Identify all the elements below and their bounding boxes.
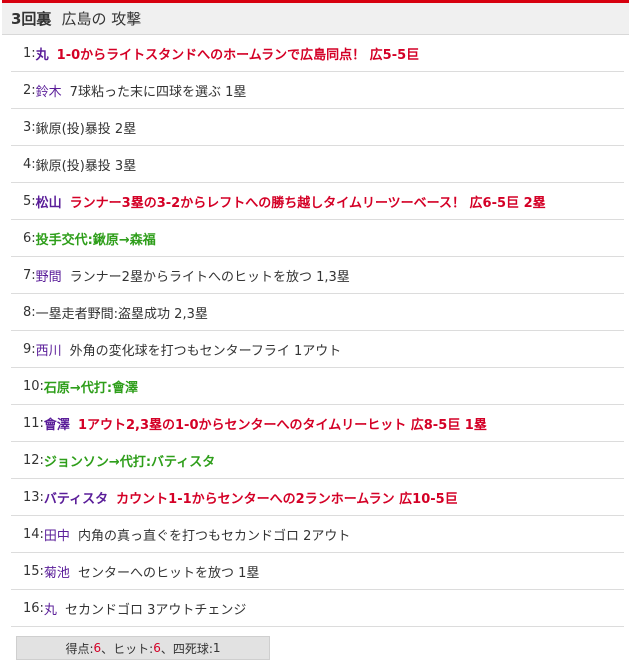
inning-header: 3回裏 広島の 攻撃 bbox=[2, 3, 629, 35]
play-description: ジョンソン→代打:バティスタ bbox=[43, 454, 216, 470]
player-name-link[interactable]: 會澤 bbox=[44, 414, 70, 433]
play-row: 15: 菊池 センターへのヒットを放つ 1塁 bbox=[11, 553, 624, 590]
play-row: 6: 投手交代:鍬原→森福 bbox=[11, 220, 624, 257]
play-row: 1: 丸 1-0からライトスタンドへのホームランで広島同点！ 広5-5巨 bbox=[11, 35, 624, 72]
inning-label: 3回裏 bbox=[11, 10, 52, 28]
play-number: 3: bbox=[23, 119, 36, 135]
play-row: 14: 田中 内角の真っ直ぐを打つもセカンドゴロ 2アウト bbox=[11, 516, 624, 553]
play-number: 10: bbox=[23, 378, 44, 394]
play-row: 12: ジョンソン→代打:バティスタ bbox=[11, 442, 624, 479]
play-description: 鍬原(投)暴投 2塁 bbox=[35, 121, 137, 137]
runs-value: 6 bbox=[93, 641, 102, 655]
play-description: セカンドゴロ 3アウトチェンジ bbox=[64, 602, 247, 618]
play-description: 一塁走者野間:盗塁成功 2,3塁 bbox=[35, 306, 208, 322]
play-number: 7: bbox=[23, 267, 36, 283]
play-description: 外角の変化球を打つもセンターフライ 1アウト bbox=[69, 343, 342, 359]
play-number: 13: bbox=[23, 489, 44, 505]
player-name-link[interactable]: 野間 bbox=[36, 266, 62, 285]
play-number: 15: bbox=[23, 563, 44, 579]
play-number: 9: bbox=[23, 341, 36, 357]
play-number: 1: bbox=[23, 45, 36, 61]
player-name-link[interactable]: 鈴木 bbox=[36, 81, 62, 100]
play-number: 5: bbox=[23, 193, 36, 209]
runs-label: 得点: bbox=[65, 641, 94, 656]
play-description: 内角の真っ直ぐを打つもセカンドゴロ 2アウト bbox=[77, 528, 351, 544]
play-description: 1アウト2,3塁の1-0からセンターへのタイムリーヒット 広8-5巨 1塁 bbox=[77, 417, 487, 433]
play-description: センターへのヒットを放つ 1塁 bbox=[77, 565, 260, 581]
summary-separator: 、 bbox=[160, 641, 173, 656]
play-number: 16: bbox=[23, 600, 44, 616]
play-row: 2: 鈴木 7球粘った末に四球を選ぶ 1塁 bbox=[11, 72, 624, 109]
play-number: 14: bbox=[23, 526, 44, 542]
play-description: 投手交代:鍬原→森福 bbox=[35, 232, 156, 248]
play-number: 6: bbox=[23, 230, 36, 246]
play-description: 石原→代打:會澤 bbox=[43, 380, 139, 396]
player-name-link[interactable]: 丸 bbox=[36, 44, 49, 63]
player-name-link[interactable]: バティスタ bbox=[44, 488, 108, 507]
play-description: 1-0からライトスタンドへのホームランで広島同点！ 広5-5巨 bbox=[56, 47, 420, 63]
play-row: 13: バティスタ カウント1-1からセンターへの2ランホームラン 広10-5巨 bbox=[11, 479, 624, 516]
play-description: ランナー2塁からライトへのヒットを放つ 1,3塁 bbox=[69, 269, 350, 285]
play-description: ランナー3塁の3-2からレフトへの勝ち越しタイムリーツーベース！ 広6-5巨 2… bbox=[69, 195, 546, 211]
play-description: 鍬原(投)暴投 3塁 bbox=[35, 158, 137, 174]
walks-label: 四死球: bbox=[172, 641, 213, 656]
player-name-link[interactable]: 西川 bbox=[36, 340, 62, 359]
play-row: 5: 松山 ランナー3塁の3-2からレフトへの勝ち越しタイムリーツーベース！ 広6-… bbox=[11, 183, 624, 220]
play-number: 12: bbox=[23, 452, 44, 468]
player-name-link[interactable]: 菊池 bbox=[44, 562, 70, 581]
play-number: 2: bbox=[23, 82, 36, 98]
play-row: 9: 西川 外角の変化球を打つもセンターフライ 1アウト bbox=[11, 331, 624, 368]
play-description: 7球粘った末に四球を選ぶ 1塁 bbox=[69, 84, 247, 100]
player-name-link[interactable]: 丸 bbox=[44, 599, 57, 618]
play-description: カウント1-1からセンターへの2ランホームラン 広10-5巨 bbox=[116, 491, 458, 507]
hits-label: ヒット: bbox=[113, 641, 154, 656]
play-row: 16: 丸セカンドゴロ 3アウトチェンジ bbox=[11, 590, 624, 627]
inning-summary: 得点: 6 、 ヒット: 6 、 四死球: 1 bbox=[16, 636, 270, 660]
inning-panel: 3回裏 広島の 攻撃 1: 丸 1-0からライトスタンドへのホームランで広島同点！ … bbox=[2, 0, 629, 660]
play-list: 1: 丸 1-0からライトスタンドへのホームランで広島同点！ 広5-5巨 2: 鈴木 7球… bbox=[2, 35, 629, 627]
player-name-link[interactable]: 松山 bbox=[36, 192, 62, 211]
inning-title: 広島の 攻撃 bbox=[61, 10, 142, 28]
play-number: 8: bbox=[23, 304, 36, 320]
hits-value: 6 bbox=[153, 641, 161, 655]
player-name-link[interactable]: 田中 bbox=[44, 525, 70, 544]
walks-value: 1 bbox=[212, 641, 221, 655]
play-number: 4: bbox=[23, 156, 36, 172]
play-row: 3: 鍬原(投)暴投 2塁 bbox=[11, 109, 624, 146]
summary-separator: 、 bbox=[101, 641, 114, 656]
play-number: 11: bbox=[23, 415, 44, 431]
play-row: 10: 石原→代打:會澤 bbox=[11, 368, 624, 405]
play-row: 11: 會澤 1アウト2,3塁の1-0からセンターへのタイムリーヒット 広8-5巨 … bbox=[11, 405, 624, 442]
play-row: 8: 一塁走者野間:盗塁成功 2,3塁 bbox=[11, 294, 624, 331]
play-row: 7: 野間 ランナー2塁からライトへのヒットを放つ 1,3塁 bbox=[11, 257, 624, 294]
play-row: 4: 鍬原(投)暴投 3塁 bbox=[11, 146, 624, 183]
